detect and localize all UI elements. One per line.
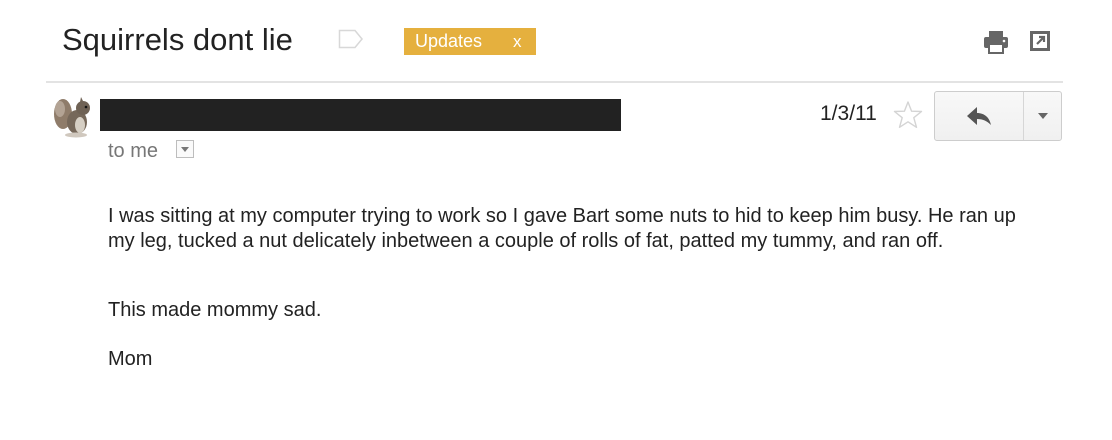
print-icon[interactable] <box>983 30 1009 59</box>
recipient-line: to me <box>108 140 159 162</box>
message-date: 1/3/11 <box>820 102 877 125</box>
show-details-button[interactable] <box>176 140 194 158</box>
message-subject: Squirrels dont lie <box>62 22 293 57</box>
remove-label-button[interactable]: x <box>513 28 522 55</box>
redacted-sender-name <box>100 99 621 131</box>
signature: Mom <box>108 348 153 370</box>
chevron-down-icon <box>181 147 189 152</box>
body-paragraph: This made mommy sad. <box>108 299 322 321</box>
header-divider <box>46 81 1063 83</box>
message-body: I was sitting at my computer trying to w… <box>108 204 1028 370</box>
label-tag-icon[interactable] <box>338 29 364 54</box>
reply-icon <box>967 107 991 125</box>
label-chip-updates: Updates x <box>404 28 536 55</box>
label-chip-text[interactable]: Updates <box>415 28 482 55</box>
star-icon[interactable] <box>893 100 923 135</box>
squirrel-avatar <box>50 92 94 143</box>
reply-button-group <box>934 91 1062 141</box>
more-actions-button[interactable] <box>1024 92 1061 140</box>
reply-button[interactable] <box>935 92 1023 140</box>
new-window-icon[interactable] <box>1029 30 1051 57</box>
body-paragraph: I was sitting at my computer trying to w… <box>108 205 1016 252</box>
chevron-down-icon <box>1037 113 1048 119</box>
